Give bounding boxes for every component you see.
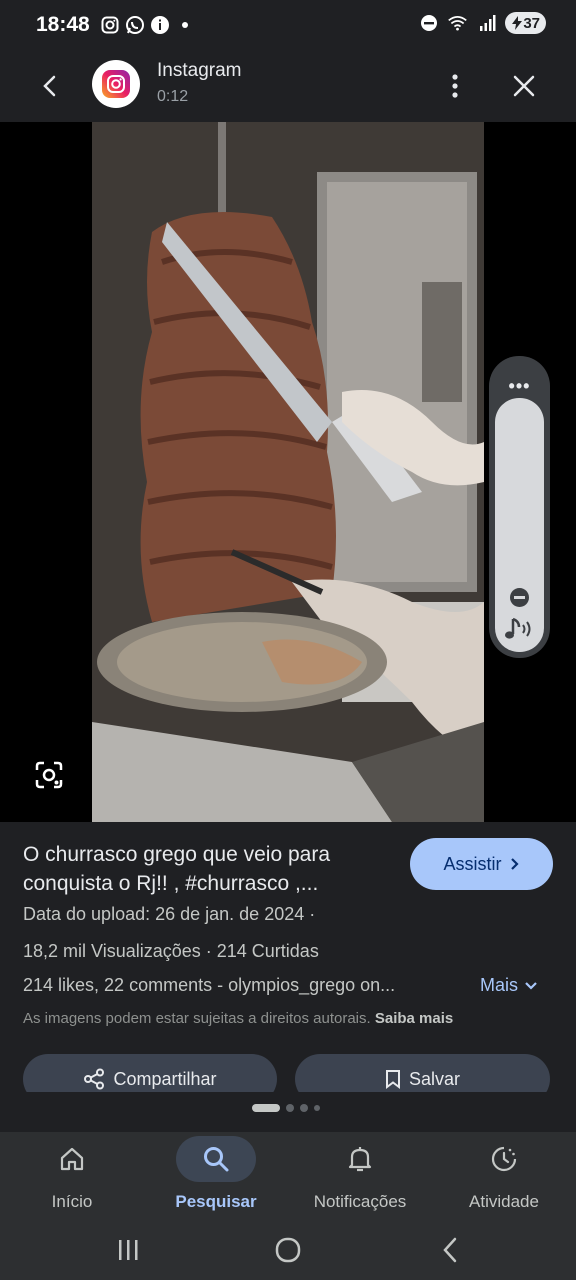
back-button[interactable] [32,68,68,104]
save-label: Salvar [408,1068,461,1089]
bell-icon [348,1147,372,1172]
close-icon [513,75,535,97]
back-arrow-icon [43,75,56,97]
nav-label: Notificações [313,1192,407,1211]
more-options-button[interactable] [440,68,470,104]
volume-panel[interactable]: ••• [489,356,550,658]
recents-icon [119,1240,138,1260]
learn-more-link[interactable]: Saiba mais [375,1010,453,1027]
lens-search-button[interactable] [32,758,66,792]
search-icon [204,1147,229,1172]
viewer-header: Instagram 0:12 [0,50,576,122]
instagram-icon [100,15,121,36]
save-button[interactable]: Salvar [295,1054,550,1092]
pager-dot [286,1104,294,1112]
recent-apps-button[interactable] [108,1232,148,1268]
description-snippet: 214 likes, 22 comments - olympios_grego … [23,975,396,995]
volume-more-icon[interactable]: ••• [489,376,550,397]
more-label: Mais [480,975,519,995]
home-icon [60,1147,84,1171]
carousel-pager [252,1104,320,1112]
nav-label: Pesquisar [175,1192,257,1211]
watch-label: Assistir [443,853,502,874]
upload-date: Data do upload: 26 de jan. de 2024 · [23,904,316,924]
whatsapp-icon [125,15,146,36]
copyright-text: As imagens podem estar sujeitas a direit… [23,1010,371,1027]
chevron-right-icon [510,858,519,870]
source-title: Instagram [157,60,242,81]
view-stats: 18,2 mil Visualizações · 214 Curtidas [23,941,319,961]
home-circle-icon [275,1237,301,1263]
bookmark-icon [385,1070,400,1089]
wifi-icon [447,13,468,34]
share-button[interactable]: Compartilhar [23,1054,277,1092]
video-duration: 0:12 [157,88,189,105]
pager-dot [314,1105,320,1111]
status-time: 18:48 [36,13,90,36]
more-button[interactable]: Mais [480,975,538,996]
pager-dot [300,1104,308,1112]
bottom-navigation: Início Pesquisar Notificações Atividade [0,1132,576,1220]
close-button[interactable] [506,68,542,104]
result-title[interactable]: O churrasco grego que veio para conquist… [23,840,393,898]
share-icon [84,1068,105,1090]
nav-item-pesquisar[interactable]: Pesquisar [144,1132,288,1220]
dnd-icon [418,13,439,34]
watch-button[interactable]: Assistir [410,838,553,890]
home-button[interactable] [268,1232,308,1268]
preview-image[interactable] [92,122,484,822]
system-status: 37 [418,12,546,34]
nav-item-inicio[interactable]: Início [0,1132,144,1220]
system-navigation-bar [0,1220,576,1280]
notification-icons [100,15,196,36]
share-label: Compartilhar [113,1068,217,1089]
image-info-panel: O churrasco grego que veio para conquist… [0,822,576,1092]
dot-icon [175,15,196,36]
battery-level: 37 [523,14,540,32]
copyright-notice: As imagens podem estar sujeitas a direit… [23,1010,453,1027]
more-vert-icon [452,74,458,98]
signal-icon [476,13,497,34]
back-nav-button[interactable] [430,1232,470,1268]
volume-minus-icon[interactable] [510,588,529,607]
nav-label: Atividade [469,1192,539,1211]
back-icon [443,1237,457,1263]
status-bar: 18:48 37 [0,0,576,50]
activity-icon [491,1146,517,1172]
nav-item-notificacoes[interactable]: Notificações [288,1132,432,1220]
chevron-down-icon [525,981,537,990]
lens-icon [35,761,63,789]
nav-label: Início [51,1192,93,1211]
info-icon [150,15,171,36]
sound-mode-icon[interactable] [502,614,538,644]
nav-item-atividade[interactable]: Atividade [432,1132,576,1220]
pager-dot [252,1104,280,1112]
instagram-logo [92,60,140,108]
battery-icon: 37 [505,12,546,34]
